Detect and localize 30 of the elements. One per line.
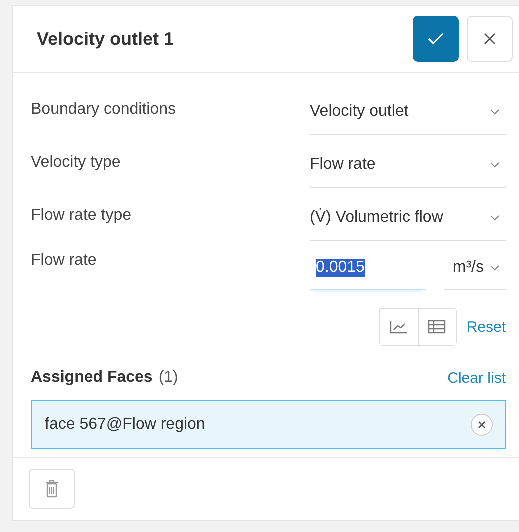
select-field[interactable]: (V̇) Volumetric flow [310, 196, 506, 240]
input-field[interactable]: 0.0015 [310, 246, 426, 290]
face-item[interactable]: face 567@Flow region [31, 400, 506, 449]
face-label: face 567@Flow region [45, 416, 206, 434]
reset-link[interactable]: Reset [466, 318, 506, 336]
checkmark-icon [428, 33, 444, 45]
line-chart-icon [390, 320, 408, 334]
chevron-down-icon [490, 109, 500, 115]
chevron-down-icon [490, 215, 500, 221]
remove-button[interactable] [471, 414, 493, 436]
unit-select[interactable]: m³/s [444, 246, 506, 290]
confirm-button[interactable] [413, 16, 459, 62]
delete-button[interactable] [29, 469, 75, 509]
select-field[interactable]: Flow rate [310, 144, 506, 188]
close-icon [478, 420, 486, 428]
field-label: Flow rate type [31, 206, 132, 224]
table-button[interactable] [418, 309, 456, 345]
trash-icon [45, 480, 59, 498]
field-label: Velocity type [31, 154, 122, 172]
field-label: Flow rate [31, 252, 98, 270]
panel-title: Velocity outlet 1 [37, 28, 176, 50]
select-field[interactable]: Velocity outlet [310, 90, 506, 134]
close-icon [484, 33, 496, 45]
table-icon [428, 320, 446, 334]
chevron-down-icon [490, 162, 500, 168]
chevron-down-icon [490, 264, 500, 270]
field-label: Boundary conditions [31, 100, 177, 118]
clear-list-link[interactable]: Clear list [448, 370, 506, 386]
face-count: (1) [158, 369, 180, 387]
section-title: Assigned Faces [31, 369, 153, 387]
